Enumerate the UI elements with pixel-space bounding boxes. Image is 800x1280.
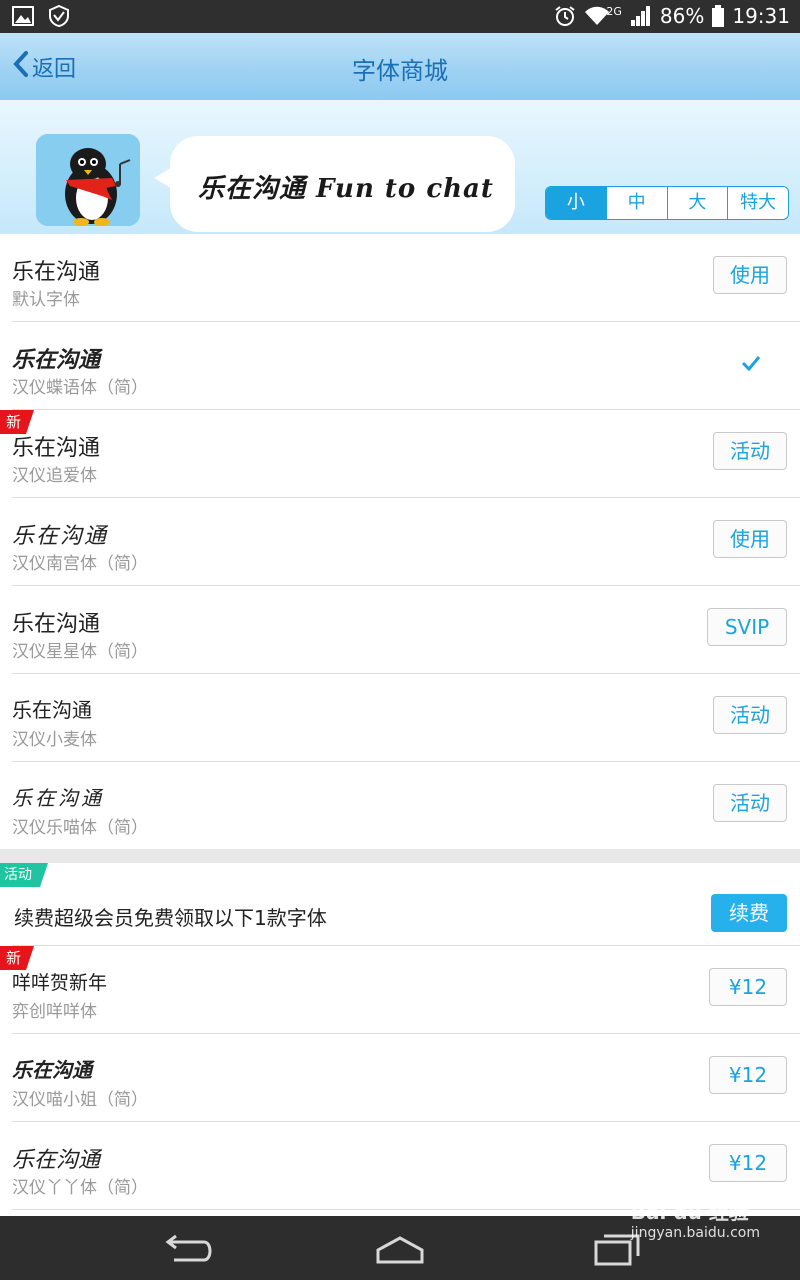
font-sub: 汉仪喵小姐（简） (12, 1090, 148, 1110)
watermark-url: jingyan.baidu.com (630, 1225, 760, 1241)
font-name: 乐在沟通 (12, 1058, 92, 1082)
font-name: 乐在沟通 (12, 347, 101, 373)
font-name: 乐在沟通 (12, 786, 104, 810)
font-sub: 汉仪蝶语体（简） (12, 378, 148, 398)
activity-button[interactable]: 活动 (713, 784, 787, 822)
font-row[interactable]: 乐在沟通 汉仪蝶语体（简） (12, 322, 800, 410)
back-nav-icon[interactable] (158, 1232, 218, 1268)
shield-icon (48, 4, 70, 28)
alarm-icon (554, 5, 576, 27)
activity-button[interactable]: 活动 (713, 696, 787, 734)
font-preview-text: 乐在沟通 Fun to chat (198, 174, 494, 204)
penguin-avatar (36, 134, 140, 226)
price-button[interactable]: ¥12 (709, 968, 787, 1006)
battery-icon (712, 5, 725, 27)
size-medium-tab[interactable]: 中 (605, 187, 667, 219)
battery-percent: 86% (659, 4, 705, 28)
font-size-selector: 小 中 大 特大 (545, 186, 789, 220)
font-row[interactable]: 乐在沟通 汉仪喵小姐（简） ¥12 (12, 1034, 800, 1122)
price-button[interactable]: ¥12 (709, 1144, 787, 1182)
font-row[interactable]: 新 乐在沟通 汉仪追爱体 活动 (0, 410, 800, 498)
signal-icon (630, 5, 652, 27)
size-large-tab[interactable]: 大 (666, 187, 728, 219)
size-small-tab[interactable]: 小 (546, 187, 606, 219)
font-name: 乐在沟通 (12, 260, 101, 285)
promo-row[interactable]: 活动 续费超级会员免费领取以下1款字体 续费 (0, 863, 800, 946)
font-row[interactable]: 乐在沟通 汉仪乐喵体（简） 活动 (12, 762, 800, 849)
font-sub: 汉仪乐喵体（简） (12, 818, 148, 838)
font-name: 乐在沟通 (12, 436, 101, 461)
image-notification-icon (12, 5, 34, 27)
activity-badge-label: 活动 (4, 867, 32, 883)
font-row[interactable]: 新 咩咩贺新年 弈创咩咩体 ¥12 (0, 946, 800, 1034)
font-sub: 汉仪追爱体 (12, 466, 97, 486)
renew-button[interactable]: 续费 (711, 894, 787, 932)
use-button[interactable]: 使用 (713, 520, 787, 558)
use-button[interactable]: 使用 (713, 256, 787, 294)
new-badge-label: 新 (6, 949, 22, 967)
font-name: 乐在沟通 (12, 612, 101, 637)
new-badge-label: 新 (6, 413, 22, 431)
font-sub: 汉仪南宫体（简） (12, 554, 148, 574)
promo-text: 续费超级会员免费领取以下1款字体 (14, 906, 327, 930)
clock: 19:31 (732, 4, 790, 28)
wifi-icon (584, 5, 610, 27)
font-sub: 弈创咩咩体 (12, 1002, 97, 1022)
baidu-watermark: Bai du 经验 jingyan.baidu.com (631, 1196, 760, 1241)
checkmark-icon (740, 352, 762, 374)
font-name: 咩咩贺新年 (12, 972, 108, 994)
font-row[interactable]: 乐在沟通 默认字体 使用 (12, 234, 800, 322)
page-title: 字体商城 (352, 57, 448, 85)
font-row[interactable]: 乐在沟通 汉仪南宫体（简） 使用 (12, 498, 800, 586)
font-sub: 汉仪小麦体 (12, 730, 97, 750)
watermark-brand: Bai du 经验 (630, 1200, 749, 1224)
font-name: 乐在沟通 (12, 524, 109, 549)
font-name: 乐在沟通 (12, 1148, 101, 1173)
font-list: 乐在沟通 默认字体 使用 乐在沟通 汉仪蝶语体（简） 新 乐在沟通 汉仪追爱体 … (0, 234, 800, 1210)
home-nav-icon[interactable] (370, 1232, 430, 1268)
status-bar: 2G 86% 19:31 (0, 0, 800, 33)
activity-button[interactable]: 活动 (713, 432, 787, 470)
svip-button[interactable]: SVIP (707, 608, 787, 646)
font-row[interactable]: 乐在沟通 汉仪小麦体 活动 (12, 674, 800, 762)
font-preview-banner: 乐在沟通 Fun to chat 小 中 大 特大 (0, 100, 800, 234)
price-button[interactable]: ¥12 (709, 1056, 787, 1094)
network-type-label: 2G (606, 4, 622, 18)
font-row[interactable]: 乐在沟通 汉仪星星体（简） SVIP (12, 586, 800, 674)
font-sub: 默认字体 (12, 290, 80, 310)
font-name: 乐在沟通 (12, 698, 92, 722)
size-xlarge-tab[interactable]: 特大 (727, 187, 788, 219)
title-bar: 返回 字体商城 (0, 33, 800, 100)
font-sub: 汉仪星星体（简） (12, 642, 148, 662)
font-sub: 汉仪丫丫体（简） (12, 1178, 148, 1198)
section-divider (0, 849, 800, 863)
